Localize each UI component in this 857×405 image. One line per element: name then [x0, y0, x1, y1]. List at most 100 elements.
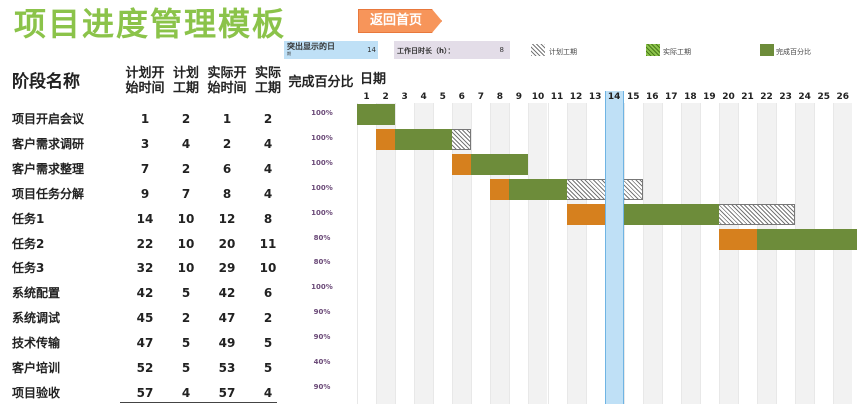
task-percent: 100% [311, 133, 333, 142]
task-plan-start: 52 [136, 361, 154, 375]
task-actual-duration: 2 [263, 112, 273, 126]
day-column-band [718, 103, 738, 404]
percent-complete-bar [471, 153, 529, 175]
task-actual-start: 29 [218, 261, 236, 276]
day-column-band [528, 103, 548, 404]
day-number: 3 [401, 92, 408, 102]
early-start-bar [566, 203, 605, 225]
day-number: 16 [646, 92, 659, 102]
day-column-divider [814, 103, 816, 404]
task-plan-start: 3 [140, 136, 150, 151]
day-number: 7 [477, 92, 484, 102]
day-column-divider [528, 103, 530, 404]
task-plan-duration: 2 [181, 161, 191, 176]
highlight-day-value[interactable]: 14 [360, 46, 376, 54]
task-percent: 100% [311, 283, 333, 292]
task-percent: 100% [311, 158, 333, 167]
highlighted-day-column [604, 91, 624, 404]
header-date: 日期 [360, 72, 387, 87]
task-name: 客户培训 [12, 361, 61, 375]
day-column-divider [718, 103, 720, 404]
legend-percent-swatch [760, 44, 774, 56]
day-column-divider [738, 103, 739, 404]
day-number: 14 [607, 92, 621, 102]
task-actual-duration: 5 [263, 336, 273, 351]
task-percent: 100% [311, 183, 333, 192]
day-column-divider [680, 103, 682, 404]
day-number: 4 [420, 92, 427, 102]
task-percent: 40% [313, 358, 331, 366]
day-column-divider [509, 103, 511, 404]
day-number: 13 [588, 92, 602, 102]
task-percent: 90% [313, 308, 331, 317]
task-actual-duration: 6 [263, 286, 273, 301]
task-actual-duration: 8 [263, 211, 273, 226]
task-actual-duration: 5 [263, 361, 273, 375]
day-column-divider [642, 103, 644, 404]
task-plan-duration: 4 [181, 136, 191, 151]
task-plan-start: 45 [136, 311, 154, 326]
day-number: 1 [363, 92, 370, 102]
early-start-bar [490, 178, 510, 200]
task-actual-duration: 4 [263, 136, 273, 151]
task-plan-start: 14 [136, 211, 154, 226]
task-name: 系统配置 [12, 286, 61, 301]
day-number: 20 [722, 92, 735, 102]
day-number: 18 [684, 92, 697, 102]
day-number: 19 [703, 92, 716, 102]
task-name: 客户需求整理 [12, 161, 85, 176]
task-actual-start: 47 [218, 311, 236, 326]
day-column-divider [471, 103, 473, 404]
day-column-divider [661, 103, 663, 404]
task-percent: 100% [311, 208, 333, 217]
task-actual-duration: 11 [259, 236, 277, 251]
task-name: 技术传输 [12, 336, 61, 351]
day-number: 21 [741, 92, 754, 102]
day-number: 22 [760, 92, 773, 102]
task-plan-duration: 2 [181, 112, 191, 126]
task-plan-duration: 10 [177, 236, 195, 251]
day-column-band [566, 103, 586, 404]
day-column-band [757, 103, 777, 404]
task-name: 客户需求调研 [12, 136, 85, 151]
early-start-bar [452, 153, 472, 175]
day-column-band [642, 103, 662, 404]
day-column-divider [490, 103, 492, 404]
legend-actual-label: 实际工期 [663, 48, 691, 56]
day-column-band [795, 103, 815, 404]
workday-hours-label: 工作日时长（h）： [397, 47, 455, 55]
day-column-divider [585, 103, 587, 404]
task-plan-start: 7 [140, 161, 150, 176]
day-column-band [680, 103, 700, 404]
workday-hours-value[interactable]: 8 [488, 46, 504, 54]
task-plan-start: 22 [136, 236, 154, 251]
percent-complete-bar [357, 104, 396, 125]
day-number: 12 [569, 92, 583, 102]
task-actual-start: 8 [222, 186, 232, 201]
task-actual-start: 20 [218, 236, 236, 251]
early-start-bar [376, 128, 396, 150]
day-column-band [490, 103, 510, 404]
task-plan-duration: 5 [181, 286, 191, 301]
task-percent: 80% [313, 233, 331, 242]
task-actual-duration: 10 [259, 261, 277, 276]
task-plan-start: 47 [136, 336, 154, 351]
day-number: 9 [515, 92, 523, 102]
legend-plan-swatch [531, 44, 545, 56]
task-plan-duration: 10 [177, 211, 195, 226]
day-number: 25 [817, 92, 830, 102]
task-name: 项目任务分解 [12, 186, 85, 201]
legend-plan-label: 计划工期 [549, 48, 577, 56]
task-name: 任务3 [12, 261, 45, 276]
day-number: 10 [531, 92, 545, 102]
day-number: 23 [779, 92, 792, 102]
table-bottom-border [120, 402, 277, 403]
task-plan-start: 9 [140, 186, 150, 201]
task-actual-start: 6 [222, 161, 232, 176]
task-actual-duration: 4 [263, 161, 273, 176]
task-actual-duration: 2 [263, 311, 273, 326]
day-number: 8 [496, 92, 503, 102]
task-actual-start: 49 [218, 336, 236, 351]
back-home-button[interactable]: 返回首页 [358, 9, 442, 33]
task-plan-duration: 2 [181, 311, 191, 326]
